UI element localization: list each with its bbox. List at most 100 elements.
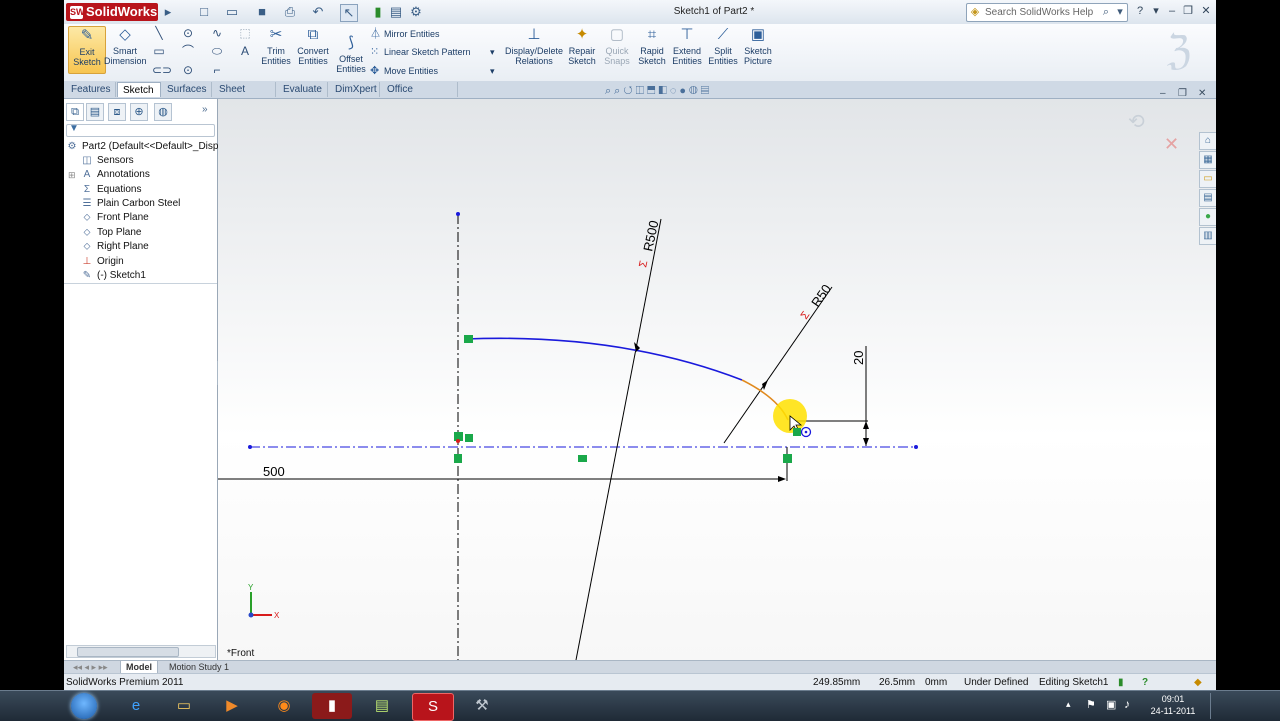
appearances-icon[interactable]: ●	[1199, 208, 1216, 226]
print-icon[interactable]: ⎙	[282, 4, 298, 20]
save-icon[interactable]: ■	[254, 4, 270, 20]
pattern-dropdown-icon[interactable]: ▾	[490, 46, 495, 58]
tab-evaluate[interactable]: Evaluate	[278, 82, 328, 97]
solidworks-resources-icon[interactable]: ⌂	[1199, 132, 1216, 150]
rebuild-icon[interactable]: ▮	[370, 4, 386, 20]
large-arc[interactable]	[465, 337, 743, 381]
tab-sketch[interactable]: Sketch	[117, 82, 161, 97]
firefox-icon[interactable]: ◉	[264, 693, 304, 719]
quick-snaps-button[interactable]: ▢ Quick Snaps	[600, 26, 634, 66]
construction-geometry-icon[interactable]: ⬚	[238, 26, 252, 40]
tree-item-right-plane[interactable]: ⬦ Right Plane	[80, 240, 149, 254]
view-palette-icon[interactable]: ▤	[1199, 189, 1216, 207]
display-delete-relations-button[interactable]: ⊥ Display/Delete Relations	[504, 26, 564, 66]
solidworks-taskbar-icon[interactable]: S	[412, 693, 454, 721]
move-dropdown-icon[interactable]: ▾	[490, 65, 495, 77]
start-button[interactable]	[66, 691, 102, 721]
ellipse-icon[interactable]: ⬭	[210, 44, 224, 58]
exit-sketch-confirmation-icon[interactable]: ⟲	[1128, 111, 1145, 133]
action-center-icon[interactable]: ⚑	[1086, 698, 1096, 711]
line-icon[interactable]: ╲	[152, 26, 166, 40]
open-folder-icon[interactable]: ▭	[224, 4, 240, 20]
tree-item-sensors[interactable]: ◫ Sensors	[80, 154, 133, 168]
volume-icon[interactable]: ♪	[1124, 697, 1130, 711]
tree-item-material[interactable]: ☰ Plain Carbon Steel	[80, 197, 181, 211]
tab-dimxpert[interactable]: DimXpert	[330, 82, 380, 97]
circle-icon[interactable]: ⊙	[181, 26, 195, 40]
dimension-r50-label[interactable]: R50	[808, 282, 834, 310]
origin-point[interactable]	[456, 439, 460, 443]
tab-features[interactable]: Features	[66, 82, 116, 97]
hide-show-items-icon[interactable]: ◌	[670, 85, 680, 97]
configuration-manager-tab-icon[interactable]: ⧈	[108, 103, 126, 121]
sketch-fillet-icon[interactable]: ⌐	[210, 63, 224, 77]
tree-item-origin[interactable]: ⊥ Origin	[80, 255, 124, 269]
search-icon[interactable]: ⌕	[1099, 4, 1113, 21]
dimension-r500-label[interactable]: R500	[640, 219, 661, 253]
dimension-20-label[interactable]: 20	[851, 351, 866, 365]
repair-sketch-button[interactable]: ✦ Repair Sketch	[566, 26, 598, 66]
expand-icon[interactable]: ⊞	[68, 168, 76, 182]
doc-close-icon[interactable]: ✕	[1198, 88, 1206, 99]
panel-horizontal-scrollbar[interactable]	[66, 645, 216, 658]
convert-entities-button[interactable]: ⧉ Convert Entities	[294, 26, 332, 66]
apply-scene-icon[interactable]: ◍	[689, 85, 701, 97]
relation-marker[interactable]	[465, 434, 473, 442]
internet-explorer-icon[interactable]: e	[116, 693, 156, 719]
feature-manager-tab-icon[interactable]: ⧉	[66, 103, 84, 121]
scrollbar-thumb[interactable]	[77, 647, 179, 657]
smart-dimension-button[interactable]: ◇ Smart Dimension	[104, 26, 147, 66]
doc-minimize-icon[interactable]: –	[1160, 88, 1166, 99]
solidworks-menu-button[interactable]: SW SolidWorks	[66, 3, 158, 21]
view-orientation-icon[interactable]: ⬒	[647, 85, 658, 97]
relation-marker[interactable]	[793, 428, 801, 436]
acrobat-icon[interactable]: ▮	[312, 693, 352, 719]
slot-icon[interactable]: ⊂⊃	[152, 63, 172, 77]
help-dropdown-icon[interactable]: ▾	[1148, 4, 1164, 19]
linear-sketch-pattern-button[interactable]: ⁙ Linear Sketch Pattern	[370, 46, 471, 58]
text-icon[interactable]: A	[238, 44, 252, 58]
display-manager-tab-icon[interactable]: ◍	[154, 103, 172, 121]
tool-app-icon[interactable]: ⚒	[462, 693, 502, 719]
relation-marker[interactable]	[578, 455, 587, 462]
file-properties-icon[interactable]: ▤	[388, 4, 404, 20]
offset-entities-button[interactable]: ⟆ Offset Entities	[334, 34, 368, 74]
move-entities-button[interactable]: ✥ Move Entities	[370, 65, 438, 77]
cancel-sketch-confirmation-icon[interactable]: ✕	[1164, 134, 1179, 154]
tab-surfaces[interactable]: Surfaces	[162, 82, 212, 97]
arc-icon[interactable]: ⌒	[181, 44, 195, 58]
tab-nav-arrows[interactable]: ◂◂ ◂ ▸ ▸▸	[68, 661, 113, 673]
point-icon[interactable]: ⊙	[181, 63, 195, 77]
rapid-sketch-button[interactable]: ⌗ Rapid Sketch	[636, 26, 668, 66]
notes-app-icon[interactable]: ▤	[362, 693, 402, 719]
tab-office-products[interactable]: Office Products	[382, 82, 458, 110]
dimension-500-label[interactable]: 500	[263, 464, 285, 479]
feature-tree-filter[interactable]: ▼	[66, 123, 215, 137]
tree-item-part[interactable]: ⚙ Part2 (Default<<Default>_Displ	[65, 140, 221, 154]
tree-item-top-plane[interactable]: ⬦ Top Plane	[80, 226, 142, 240]
show-desktop-button[interactable]	[1210, 693, 1221, 719]
menu-pin-icon[interactable]: ▸	[160, 4, 176, 20]
zoom-to-fit-icon[interactable]: ⌕	[605, 85, 614, 97]
help-status-icon[interactable]: ?	[1142, 674, 1148, 690]
relation-marker[interactable]	[464, 335, 473, 343]
tab-motion-study[interactable]: Motion Study 1	[164, 661, 234, 673]
exit-sketch-button[interactable]: ✎ Exit Sketch	[68, 26, 106, 74]
options-icon[interactable]: ⚙	[408, 4, 424, 20]
previous-view-icon[interactable]: ↺	[623, 85, 635, 97]
doc-restore-icon[interactable]: ❐	[1178, 88, 1187, 99]
help-menu-button[interactable]: ?	[1132, 4, 1148, 19]
tree-item-annotations[interactable]: ⊞ A Annotations	[68, 168, 150, 182]
extend-entities-button[interactable]: ⊤ Extend Entities	[670, 26, 704, 66]
new-document-icon[interactable]: □	[196, 4, 212, 20]
rectangle-icon[interactable]: ▭	[152, 44, 166, 58]
property-manager-tab-icon[interactable]: ▤	[86, 103, 104, 121]
custom-properties-icon[interactable]: ▥	[1199, 227, 1216, 245]
system-clock[interactable]: 09:01 24-11-2011	[1148, 693, 1198, 717]
display-style-icon[interactable]: ◧	[658, 85, 669, 97]
close-icon[interactable]: ✕	[1198, 4, 1214, 19]
edit-appearance-icon[interactable]: ●	[679, 85, 689, 97]
relation-marker[interactable]	[783, 454, 792, 463]
tree-item-equations[interactable]: Σ Equations	[80, 183, 142, 197]
notification-icon[interactable]: ◆	[1194, 674, 1202, 690]
